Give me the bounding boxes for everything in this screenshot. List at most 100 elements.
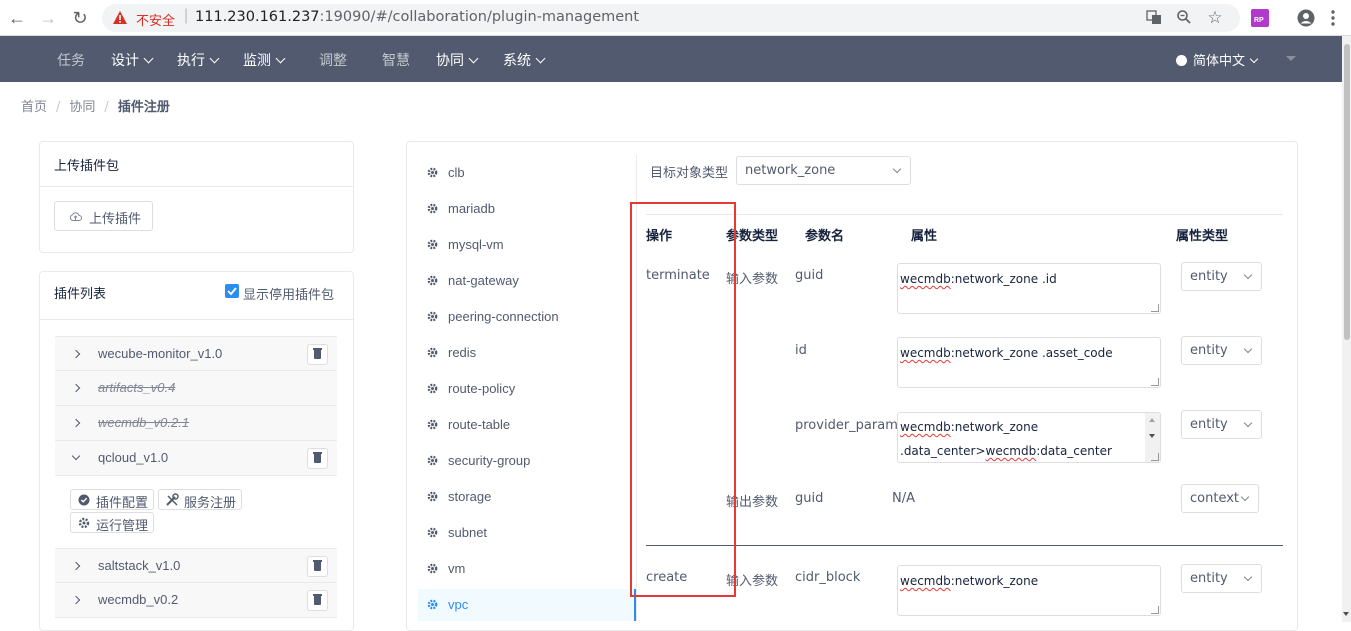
gear-icon xyxy=(427,563,438,574)
delete-plugin-button[interactable] xyxy=(307,344,328,365)
scroll-up-icon[interactable] xyxy=(1149,418,1155,422)
attribute-type-select[interactable]: entity xyxy=(1181,262,1262,291)
nav-item-intelligence[interactable]: 智慧 xyxy=(382,50,410,70)
scroll-down-icon[interactable] xyxy=(1149,434,1155,438)
profile-icon[interactable] xyxy=(1297,9,1315,27)
resource-item-label: route-table xyxy=(448,417,511,432)
reload-icon[interactable]: ↻ xyxy=(69,7,91,29)
service-register-button[interactable]: 服务注册 xyxy=(158,489,242,511)
resource-item-peering-connection[interactable]: peering-connection xyxy=(418,301,636,333)
resource-item-mysql-vm[interactable]: mysql-vm xyxy=(418,229,636,261)
resource-item-route-table[interactable]: route-table xyxy=(418,409,636,441)
breadcrumb-collaboration[interactable]: 协同 xyxy=(69,100,95,115)
page-scroll-down-icon[interactable] xyxy=(1342,608,1351,622)
plugin-name: artifacts_v0.4 xyxy=(98,380,176,395)
resource-item-subnet[interactable]: subnet xyxy=(418,517,636,549)
plugin-row-qcloud[interactable]: qcloud_v1.0 xyxy=(55,441,337,476)
resource-item-clb[interactable]: clb xyxy=(418,157,636,189)
user-menu-caret-icon[interactable] xyxy=(1286,56,1296,61)
resize-grip-icon[interactable] xyxy=(1151,378,1159,386)
nav-item-system[interactable]: 系统 xyxy=(503,50,546,70)
page-scrollbar-thumb[interactable] xyxy=(1344,44,1350,340)
resource-item-security-group[interactable]: security-group xyxy=(418,445,636,477)
chevron-down-icon xyxy=(1243,572,1253,582)
delete-plugin-button[interactable] xyxy=(307,556,328,577)
chevron-right-icon[interactable] xyxy=(71,418,81,428)
header-param-name: 参数名 xyxy=(805,229,845,244)
upload-plugin-button[interactable]: 上传插件 xyxy=(54,201,153,231)
trash-icon xyxy=(313,594,322,605)
delete-plugin-button[interactable] xyxy=(307,590,328,611)
chevron-right-icon[interactable] xyxy=(71,561,81,571)
resource-item-label: vm xyxy=(448,561,466,576)
translate-icon[interactable] xyxy=(1145,9,1163,27)
resource-item-route-policy[interactable]: route-policy xyxy=(418,373,636,405)
target-type-label: 目标对象类型 xyxy=(650,166,729,181)
delete-plugin-button[interactable] xyxy=(307,448,328,469)
bookmark-star-icon[interactable]: ☆ xyxy=(1206,9,1224,27)
plugin-row-wecmdb-v021[interactable]: wecmdb_v0.2.1 xyxy=(55,406,337,441)
plugin-name: saltstack_v1.0 xyxy=(98,558,181,573)
chevron-right-icon[interactable] xyxy=(71,595,81,605)
nav-item-adjust[interactable]: 调整 xyxy=(319,50,347,70)
forward-arrow-icon[interactable]: → xyxy=(37,7,59,29)
browser-menu-icon[interactable] xyxy=(1330,9,1336,27)
attribute-textarea[interactable]: wecmdb:network_zone xyxy=(897,565,1161,616)
plugin-row-wecube-monitor[interactable]: wecube-monitor_v1.0 xyxy=(55,336,337,371)
plugin-name: wecmdb_v0.2 xyxy=(98,592,179,607)
url-path: :19090/#/collaboration/plugin-management xyxy=(319,9,640,25)
breadcrumb-home[interactable]: 首页 xyxy=(21,100,47,115)
resource-item-mariadb[interactable]: mariadb xyxy=(418,193,636,225)
resource-item-vm[interactable]: vm xyxy=(418,553,636,585)
back-arrow-icon[interactable]: ← xyxy=(6,7,28,29)
nav-item-design[interactable]: 设计 xyxy=(111,50,154,70)
language-selector[interactable]: 简体中文 xyxy=(1176,50,1259,69)
plugin-row-wecmdb-v02[interactable]: wecmdb_v0.2 xyxy=(55,583,337,618)
resource-item-nat-gateway[interactable]: nat-gateway xyxy=(418,265,636,297)
annotation-highlight-box xyxy=(630,202,736,597)
gear-icon xyxy=(78,517,90,529)
runtime-management-button[interactable]: 运行管理 xyxy=(70,512,154,534)
chevron-right-icon[interactable] xyxy=(71,383,81,393)
attribute-type-select[interactable]: entity xyxy=(1181,564,1262,593)
address-bar[interactable]: 不安全 | 111.230.161.237:19090/#/collaborat… xyxy=(102,4,1240,32)
rp-extension-icon[interactable]: RP xyxy=(1251,9,1269,27)
resource-item-vpc[interactable]: vpc xyxy=(418,589,636,621)
show-disabled-label[interactable]: 显示停用插件包 xyxy=(243,284,334,303)
breadcrumb-separator: / xyxy=(104,100,109,115)
resize-grip-icon[interactable] xyxy=(1151,304,1159,312)
plugin-config-button[interactable]: 插件配置 xyxy=(70,489,154,511)
plugin-row-saltstack[interactable]: saltstack_v1.0 xyxy=(55,548,337,583)
attribute-type-select[interactable]: entity xyxy=(1181,336,1262,365)
resize-grip-icon[interactable] xyxy=(1151,453,1159,461)
nav-item-monitor[interactable]: 监测 xyxy=(243,50,286,70)
target-type-select[interactable]: network_zone xyxy=(736,156,911,185)
attribute-path: :network_zone .id xyxy=(950,272,1057,286)
plugin-list-title: 插件列表 xyxy=(54,287,107,302)
check-circle-icon xyxy=(78,494,90,506)
attribute-textarea[interactable]: wecmdb:network_zone .id xyxy=(897,263,1161,314)
nav-item-task[interactable]: 任务 xyxy=(57,50,85,70)
attribute-type-select[interactable]: entity xyxy=(1181,410,1262,439)
nav-item-collaboration[interactable]: 协同 xyxy=(436,50,479,70)
gear-icon xyxy=(427,167,438,178)
attribute-textarea[interactable]: wecmdb:network_zone .asset_code xyxy=(897,337,1161,388)
gear-icon xyxy=(427,239,438,250)
resource-item-redis[interactable]: redis xyxy=(418,337,636,369)
chevron-down-icon[interactable] xyxy=(71,451,81,461)
param-name-cell: provider_params xyxy=(795,418,905,433)
resize-grip-icon[interactable] xyxy=(1151,606,1159,614)
attribute-textarea[interactable]: wecmdb:network_zone .data_center>wecmdb:… xyxy=(897,412,1161,463)
nav-item-execute[interactable]: 执行 xyxy=(177,50,220,70)
nav-item-execute-label: 执行 xyxy=(177,53,205,69)
attribute-type-select[interactable]: context xyxy=(1181,484,1259,513)
plugin-row-artifacts[interactable]: artifacts_v0.4 xyxy=(55,371,337,406)
chevron-right-icon[interactable] xyxy=(71,349,81,359)
attribute-path-line2-end: :data_center xyxy=(1036,444,1112,458)
trash-icon xyxy=(313,560,322,571)
resource-item-storage[interactable]: storage xyxy=(418,481,636,513)
attribute-prefix: wecmdb xyxy=(900,272,951,286)
resource-item-label: route-policy xyxy=(448,381,516,396)
zoom-icon[interactable] xyxy=(1175,9,1193,27)
show-disabled-checkbox[interactable] xyxy=(225,284,239,298)
